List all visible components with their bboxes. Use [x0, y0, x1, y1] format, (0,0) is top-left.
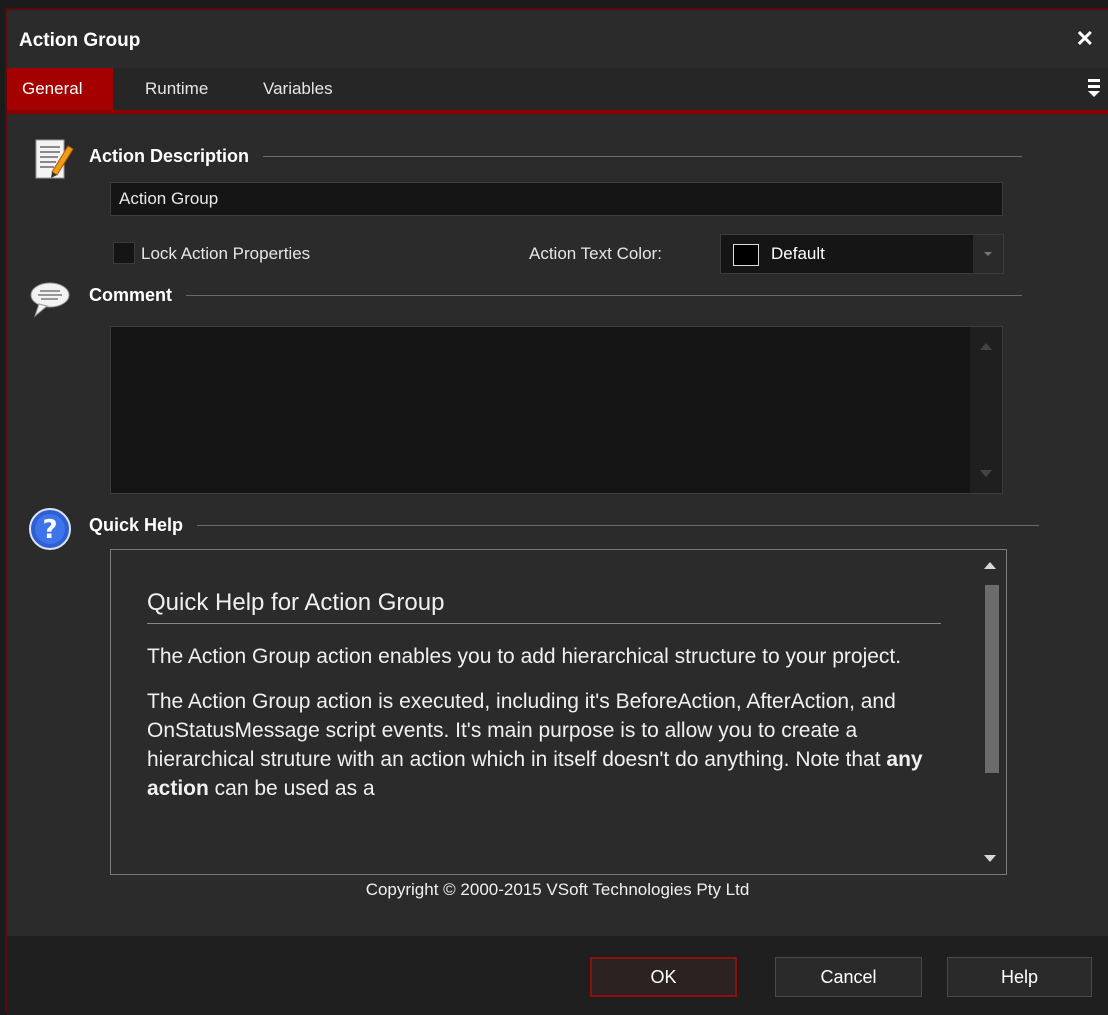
lock-properties-checkbox[interactable] — [113, 242, 135, 264]
tab-menu-icon[interactable] — [1088, 79, 1100, 97]
document-edit-icon — [34, 138, 74, 187]
title-bar: Action Group ✕ — [7, 10, 1108, 68]
tab-variables[interactable]: Variables — [249, 68, 347, 110]
help-paragraph: The Action Group action is executed, inc… — [147, 690, 923, 800]
text-color-select[interactable]: Default — [720, 234, 1004, 274]
tab-general[interactable]: General — [7, 68, 113, 110]
scroll-up-icon[interactable] — [984, 562, 996, 569]
description-section-header: Action Description — [89, 146, 1022, 167]
cancel-button[interactable]: Cancel — [775, 957, 922, 997]
scroll-down-icon[interactable] — [980, 470, 992, 477]
comment-heading: Comment — [89, 285, 173, 305]
help-content: Quick Help for Action Group The Action G… — [147, 588, 941, 819]
copyright-text: Copyright © 2000-2015 VSoft Technologies… — [365, 880, 750, 899]
chevron-down-icon[interactable] — [973, 235, 1003, 273]
scroll-thumb[interactable] — [985, 585, 999, 773]
text-color-label: Action Text Color: — [529, 244, 662, 263]
close-icon[interactable]: ✕ — [1076, 26, 1094, 52]
lock-properties-label[interactable]: Lock Action Properties — [141, 244, 310, 264]
dialog-window: Action Group ✕ General Runtime Variables… — [5, 8, 1108, 1015]
section-divider — [186, 295, 1022, 296]
comment-section-header: Comment — [89, 285, 1022, 306]
section-divider — [263, 156, 1022, 157]
svg-text:?: ? — [42, 515, 57, 545]
help-paragraph: The Action Group action enables you to a… — [147, 645, 902, 668]
scroll-down-icon[interactable] — [984, 855, 996, 862]
section-divider — [197, 525, 1039, 526]
text-color-value: Default — [771, 244, 825, 263]
help-section-header: Quick Help — [89, 515, 1039, 536]
help-scrollbar[interactable] — [976, 550, 1006, 874]
description-heading: Action Description — [89, 146, 250, 166]
comment-textarea[interactable] — [110, 326, 1003, 494]
question-mark-icon: ? — [28, 507, 72, 556]
speech-bubble-icon — [29, 280, 71, 325]
tab-runtime[interactable]: Runtime — [131, 68, 222, 110]
help-heading: Quick Help — [89, 515, 184, 535]
button-bar: OK Cancel Help — [7, 936, 1108, 1015]
help-title: Quick Help for Action Group — [147, 588, 941, 624]
tab-bar: General Runtime Variables — [7, 68, 1108, 114]
help-button[interactable]: Help — [947, 957, 1092, 997]
quick-help-panel[interactable]: Quick Help for Action Group The Action G… — [110, 549, 1007, 875]
comment-scrollbar[interactable] — [970, 327, 1002, 493]
color-swatch — [733, 244, 759, 266]
action-description-input[interactable] — [110, 182, 1003, 216]
window-title: Action Group — [19, 30, 141, 51]
scroll-up-icon[interactable] — [980, 343, 992, 350]
ok-button[interactable]: OK — [590, 957, 737, 997]
